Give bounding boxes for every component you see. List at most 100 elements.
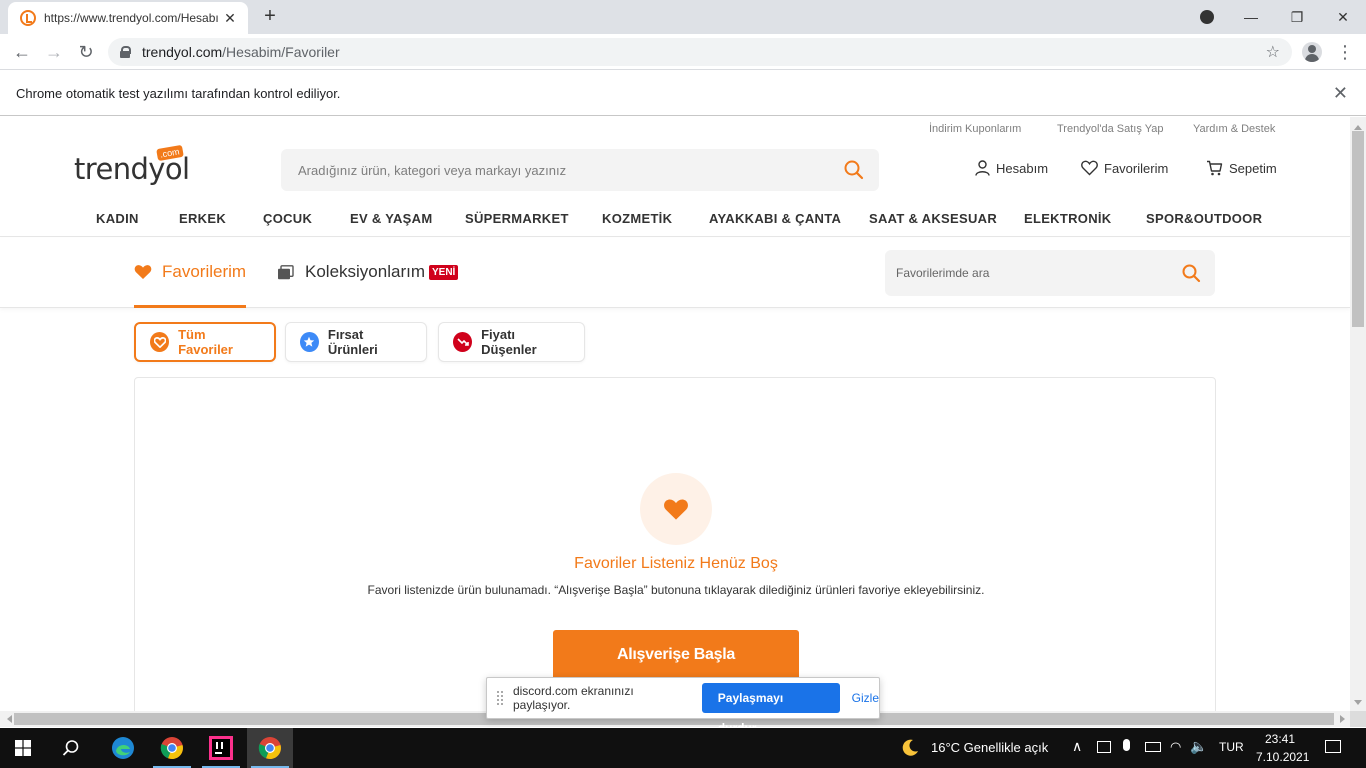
category-cocuk[interactable]: ÇOCUK: [263, 211, 312, 226]
category-nav: KADIN ERKEK ÇOCUK EV & YAŞAM SÜPERMARKET…: [0, 205, 1350, 237]
search-icon[interactable]: [1181, 263, 1201, 283]
new-tab-button[interactable]: +: [260, 6, 280, 26]
show-hidden-icons-chevron-icon[interactable]: ∧: [1072, 738, 1082, 755]
tab-collections[interactable]: Koleksiyonlarım YENİ: [277, 262, 459, 282]
category-kozmetik[interactable]: KOZMETİK: [602, 211, 672, 226]
browser-tab[interactable]: https://www.trendyol.com/Hesabım/Favoril…: [8, 2, 248, 34]
filter-all-label: Tüm Favoriler: [178, 327, 233, 357]
search-placeholder: Aradığınız ürün, kategori veya markayı y…: [298, 162, 567, 178]
wifi-icon[interactable]: ◠: [1170, 739, 1181, 755]
trend-down-icon: [453, 332, 473, 352]
chrome-menu-icon[interactable]: ⋮: [1336, 42, 1354, 62]
account-link[interactable]: Hesabım: [975, 160, 1048, 176]
scrollbar-corner: [1350, 711, 1366, 727]
scroll-left-arrow-icon[interactable]: [3, 715, 12, 723]
automation-infobar: Chrome otomatik test yazılımı tarafından…: [0, 71, 1366, 116]
screen-share-bar: discord.com ekranınızı paylaşıyor. Payla…: [486, 677, 880, 735]
filter-price-drop-label: Fiyatı Düşenler: [481, 327, 537, 357]
top-link-coupons[interactable]: İndirim Kuponlarım: [929, 123, 1021, 135]
favorites-header: Favorilerim Koleksiyonlarım YENİ Favoril…: [0, 238, 1350, 308]
clock-date[interactable]: 7.10.2021: [1256, 750, 1309, 764]
drag-handle-icon[interactable]: [497, 691, 503, 705]
stop-sharing-button[interactable]: Paylaşmayı durdur: [701, 683, 840, 735]
restore-button[interactable]: ❐: [1274, 4, 1320, 30]
heart-badge-icon: [150, 332, 170, 352]
filter-all-favorites[interactable]: Tüm Favoriler: [134, 322, 276, 362]
url-domain: trendyol.com: [142, 44, 223, 60]
close-window-button[interactable]: ✕: [1320, 4, 1366, 30]
top-link-sell[interactable]: Trendyol'da Satış Yap: [1057, 123, 1163, 135]
forward-arrow-icon[interactable]: →: [42, 40, 66, 64]
vertical-scrollbar[interactable]: [1350, 117, 1366, 711]
battery-icon[interactable]: [1145, 742, 1161, 752]
chrome-icon: [160, 737, 183, 760]
cart-icon: [1206, 160, 1223, 176]
new-badge: YENİ: [429, 264, 459, 280]
infobar-close-icon[interactable]: ✕: [1333, 83, 1348, 104]
category-elektronik[interactable]: ELEKTRONİK: [1024, 211, 1112, 226]
address-bar[interactable]: trendyol.com/Hesabim/Favoriler ☆: [108, 38, 1292, 66]
scroll-down-arrow-icon[interactable]: [1354, 700, 1362, 709]
taskbar-chrome[interactable]: [149, 728, 195, 768]
main-search-input[interactable]: Aradığınız ürün, kategori veya markayı y…: [281, 149, 879, 191]
start-shopping-button[interactable]: Alışverişe Başla: [553, 630, 799, 680]
tab-favorites-label: Favorilerim: [162, 262, 247, 281]
vertical-scroll-thumb[interactable]: [1352, 131, 1364, 327]
taskbar-edge[interactable]: [100, 728, 146, 768]
weather-moon-icon[interactable]: [900, 738, 920, 758]
microphone-icon[interactable]: [1123, 739, 1130, 751]
category-ev-yasam[interactable]: EV & YAŞAM: [350, 211, 432, 226]
lock-icon: [120, 46, 131, 58]
profile-avatar-icon[interactable]: [1302, 42, 1322, 62]
share-message: discord.com ekranınızı paylaşıyor.: [512, 684, 634, 712]
volume-icon[interactable]: 🔈: [1190, 738, 1207, 755]
windows-logo-icon: [15, 740, 31, 756]
trendyol-favicon-icon: [20, 10, 36, 26]
empty-description: Favori listenizde ürün bulunamadı. “Alış…: [367, 583, 985, 597]
taskbar-intellij[interactable]: [198, 728, 244, 768]
close-tab-icon[interactable]: ✕: [222, 10, 238, 27]
tab-favorites[interactable]: Favorilerim: [134, 262, 247, 308]
search-icon[interactable]: [843, 159, 865, 181]
windows-taskbar: 16°C Genellikle açık ∧ ◠ 🔈 TUR 23:41 7.1…: [0, 728, 1366, 768]
filter-deals[interactable]: Fırsat Ürünleri: [285, 322, 427, 362]
network-device-icon[interactable]: [1097, 741, 1111, 753]
taskbar-chrome-active[interactable]: [247, 728, 293, 768]
clock-time[interactable]: 23:41: [1265, 732, 1295, 746]
start-button[interactable]: [0, 728, 46, 768]
favorites-search-input[interactable]: Favorilerimde ara: [885, 250, 1215, 296]
category-supermarket[interactable]: SÜPERMARKET: [465, 211, 569, 226]
collection-icon: [277, 264, 294, 280]
category-saat-aksesuar[interactable]: SAAT & AKSESUAR: [869, 211, 997, 226]
cart-label: Sepetim: [1229, 160, 1277, 176]
taskbar-search-button[interactable]: [48, 728, 94, 768]
scroll-up-arrow-icon[interactable]: [1354, 121, 1362, 130]
cart-link[interactable]: Sepetim: [1206, 160, 1277, 176]
edge-icon: [112, 737, 134, 759]
weather-text[interactable]: 16°C Genellikle açık: [931, 740, 1048, 755]
reload-icon[interactable]: ↻: [74, 40, 98, 64]
scroll-right-arrow-icon[interactable]: [1340, 715, 1349, 723]
empty-heart-icon: [640, 473, 712, 545]
favorites-link[interactable]: Favorilerim: [1081, 160, 1168, 176]
tab-search-icon[interactable]: [1200, 10, 1214, 24]
heart-filled-icon: [134, 264, 152, 280]
back-arrow-icon[interactable]: ←: [10, 40, 34, 64]
category-ayakkabi-canta[interactable]: AYAKKABI & ÇANTA: [709, 211, 841, 226]
account-label: Hesabım: [996, 160, 1049, 176]
bookmark-star-icon[interactable]: ☆: [1266, 42, 1280, 62]
top-link-help[interactable]: Yardım & Destek: [1193, 123, 1275, 135]
url-text: trendyol.com/Hesabim/Favoriler: [142, 44, 340, 60]
browser-toolbar: ← → ↻ trendyol.com/Hesabim/Favoriler ☆ ⋮: [0, 34, 1366, 70]
category-kadin[interactable]: KADIN: [96, 211, 139, 226]
category-erkek[interactable]: ERKEK: [179, 211, 226, 226]
notifications-icon[interactable]: [1325, 740, 1341, 753]
user-icon: [975, 160, 990, 176]
browser-tab-strip: https://www.trendyol.com/Hesabım/Favoril…: [0, 0, 1366, 34]
hide-share-bar-link[interactable]: Gizle: [852, 691, 879, 705]
input-language[interactable]: TUR: [1219, 740, 1244, 754]
category-spor-outdoor[interactable]: SPOR&OUTDOOR: [1146, 211, 1262, 226]
filter-price-drop[interactable]: Fiyatı Düşenler: [438, 322, 585, 362]
minimize-button[interactable]: —: [1228, 4, 1274, 30]
filter-deals-label: Fırsat Ürünleri: [327, 327, 378, 357]
